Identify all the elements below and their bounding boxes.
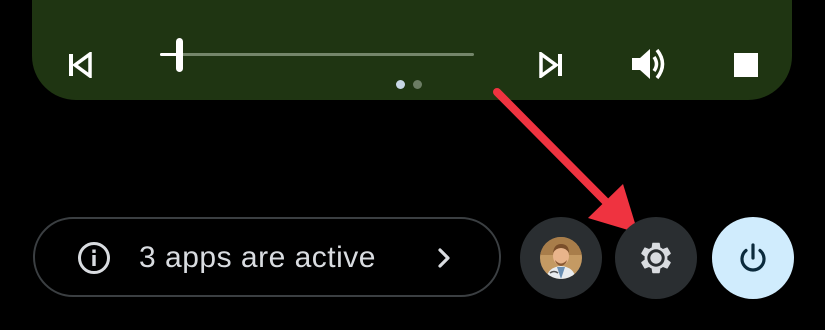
skip-next-icon: [539, 52, 562, 78]
page-indicator: [396, 80, 422, 89]
next-button[interactable]: [535, 48, 569, 82]
volume-up-icon: [632, 48, 665, 80]
stop-button[interactable]: [729, 48, 763, 82]
seek-bar[interactable]: [160, 38, 476, 72]
seek-track: [160, 53, 474, 56]
quick-settings-panel: 3 apps are active: [0, 0, 825, 330]
settings-button[interactable]: [615, 217, 697, 299]
media-player-card: [32, 0, 792, 100]
previous-button[interactable]: [62, 48, 96, 82]
info-icon: [78, 242, 110, 274]
active-apps-label: 3 apps are active: [139, 241, 376, 274]
user-avatar: [540, 237, 582, 279]
user-avatar-button[interactable]: [520, 217, 602, 299]
chevron-right-icon: [438, 248, 450, 268]
power-button[interactable]: [712, 217, 794, 299]
skip-previous-icon: [69, 52, 92, 78]
volume-button[interactable]: [626, 40, 672, 88]
page-dot-2[interactable]: [413, 80, 422, 89]
stop-icon: [734, 53, 758, 77]
gear-icon: [641, 242, 671, 274]
active-apps-button[interactable]: 3 apps are active: [33, 217, 501, 297]
seek-thumb[interactable]: [176, 38, 183, 72]
page-dot-1[interactable]: [396, 80, 405, 89]
power-icon: [740, 243, 766, 272]
